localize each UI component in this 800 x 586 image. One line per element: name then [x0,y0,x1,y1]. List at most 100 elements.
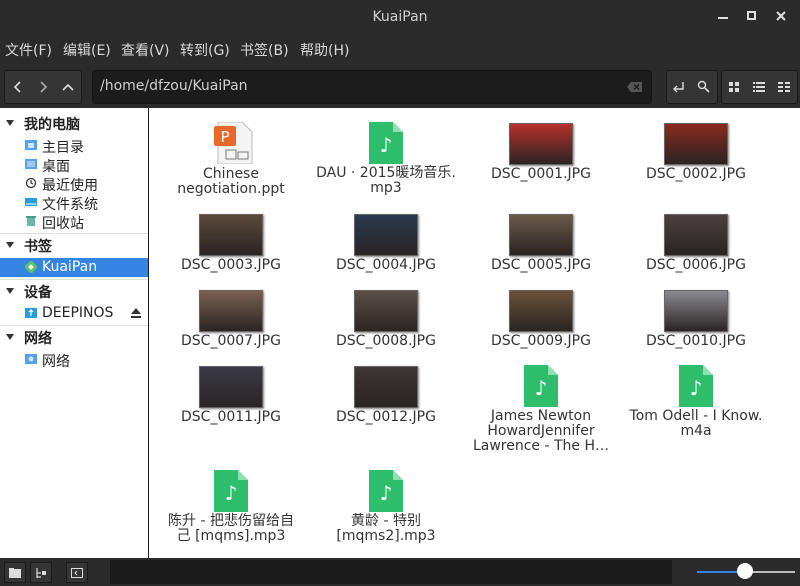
tree-sidebar-button[interactable] [30,562,52,583]
file-name: DSC_0003.JPG [156,258,306,273]
expander-icon[interactable] [6,288,14,294]
list-icon [753,82,765,92]
image-thumbnail [509,290,573,332]
audio-file-icon: ♪ [524,365,558,407]
sidebar-section-label: 网络 [24,331,52,347]
sidebar-item-label: 回收站 [42,216,84,232]
expander-icon[interactable] [6,242,14,248]
columns-icon [778,82,790,92]
file-icon-view[interactable]: P Chinese negotiation.ppt ♪ DAU · 2015暖场音乐. m… [149,108,800,558]
file-name-line: Chinese [203,166,259,182]
audio-file-icon: ♪ [214,470,248,512]
location-path[interactable]: /home/dfzou/KuaiPan [100,78,248,94]
file-name-line: HowardJennifer [487,423,595,439]
view-mode-group [721,70,798,104]
sidebar-section-devices[interactable]: 设备 [0,280,148,302]
home-folder-icon [25,140,37,150]
svg-text:P: P [220,128,229,146]
menu-help[interactable]: 帮助(H) [300,40,349,60]
file-name: 黄龄 - 特别 [mqms2].mp3 [311,514,461,544]
maximize-icon[interactable] [745,9,759,25]
expander-icon[interactable] [6,334,14,340]
trash-icon [26,216,36,226]
sidebar-item-kuaipan[interactable]: KuaiPan [0,258,148,277]
search-button[interactable] [692,71,716,103]
image-thumbnail [664,123,728,165]
file-name: DSC_0002.JPG [621,167,771,182]
file-name-line: 己 [mqms].mp3 [176,528,286,544]
sidebar-item-label: 最近使用 [42,178,98,194]
menu-edit[interactable]: 编辑(E) [63,40,111,60]
usb-drive-icon [25,308,37,318]
sidebar-item-deepinos[interactable]: DEEPINOS [0,304,148,323]
file-name-line: DSC_0012.JPG [336,409,436,425]
svg-text:♪: ♪ [380,133,393,157]
menu-go[interactable]: 转到(G) [180,40,230,60]
image-thumbnail [199,214,263,256]
expander-icon[interactable] [6,120,14,126]
menu-bar: 文件(F) 编辑(E) 查看(V) 转到(G) 书签(B) 帮助(H) [0,34,800,64]
places-sidebar-button[interactable] [4,562,26,583]
file-name: DSC_0010.JPG [621,334,771,349]
file-name: DAU · 2015暖场音乐. mp3 [311,166,461,196]
toolbar: /home/dfzou/KuaiPan [0,64,800,108]
file-name: DSC_0011.JPG [156,410,306,425]
sidebar-item-label: KuaiPan [42,259,98,275]
eject-icon[interactable] [130,307,142,319]
clear-icon[interactable] [627,81,643,93]
sidebar-item-home[interactable]: 主目录 [0,136,148,156]
file-name-line: negotiation.ppt [177,181,285,197]
drive-icon [25,198,37,206]
sidebar-item-trash[interactable]: 回收站 [0,212,148,232]
image-thumbnail [354,366,418,408]
file-name: Chinese negotiation.ppt [156,167,306,197]
location-bar[interactable]: /home/dfzou/KuaiPan [92,70,652,104]
up-button[interactable] [55,71,80,103]
chevron-right-icon [39,81,47,93]
hide-sidebar-button[interactable] [66,562,88,583]
folder-icon [9,567,21,578]
file-name: DSC_0004.JPG [311,258,461,273]
sidebar-section-network[interactable]: 网络 [0,326,148,348]
sidebar-toggle-icon [71,567,83,578]
navigation-group [4,70,82,104]
list-view-button[interactable] [747,71,771,103]
image-thumbnail [354,214,418,256]
sidebar-item-desktop[interactable]: 桌面 [0,155,148,175]
zoom-slider-knob[interactable] [737,563,753,579]
clock-icon [25,177,37,189]
sidebar-item-filesystem[interactable]: 文件系统 [0,193,148,213]
minimize-icon[interactable] [716,9,730,25]
sidebar-section-my-computer[interactable]: 我的电脑 [0,112,148,134]
image-thumbnail [199,366,263,408]
image-thumbnail [664,214,728,256]
desktop-icon [25,159,37,169]
sidebar-section-bookmarks[interactable]: 书签 [0,234,148,256]
menu-file[interactable]: 文件(F) [5,40,52,60]
menu-view[interactable]: 查看(V) [121,40,170,60]
sidebar-item-network[interactable]: 网络 [0,350,148,370]
close-icon[interactable] [774,9,788,25]
file-name: Tom Odell - I Know. m4a [621,409,771,439]
back-button[interactable] [5,71,30,103]
bookmark-folder-icon [25,261,37,273]
forward-button[interactable] [30,71,55,103]
chevron-up-icon [61,83,74,91]
file-name-line: 陈升 - 把悲伤留给自 [168,513,294,529]
sidebar-item-recent[interactable]: 最近使用 [0,174,148,194]
status-bar [0,558,800,586]
file-name-line: DAU · 2015暖场音乐. [316,165,456,181]
title-bar: KuaiPan [0,0,800,34]
compact-view-button[interactable] [772,71,796,103]
menu-bookmarks[interactable]: 书签(B) [240,40,289,60]
file-name-line: [mqms2].mp3 [336,528,436,544]
image-thumbnail [664,290,728,332]
file-name-line: Tom Odell - I Know. [629,408,763,424]
file-name-line: m4a [680,423,712,439]
sidebar: 我的电脑 主目录 桌面 最近使用 文件系统 回收站 书签 KuaiPan 设备 … [0,108,148,558]
toggle-path-button[interactable] [667,71,691,103]
file-name-line: DSC_0005.JPG [491,257,591,273]
image-thumbnail [354,290,418,332]
file-name-line: DSC_0002.JPG [646,166,746,182]
icon-view-button[interactable] [722,71,746,103]
